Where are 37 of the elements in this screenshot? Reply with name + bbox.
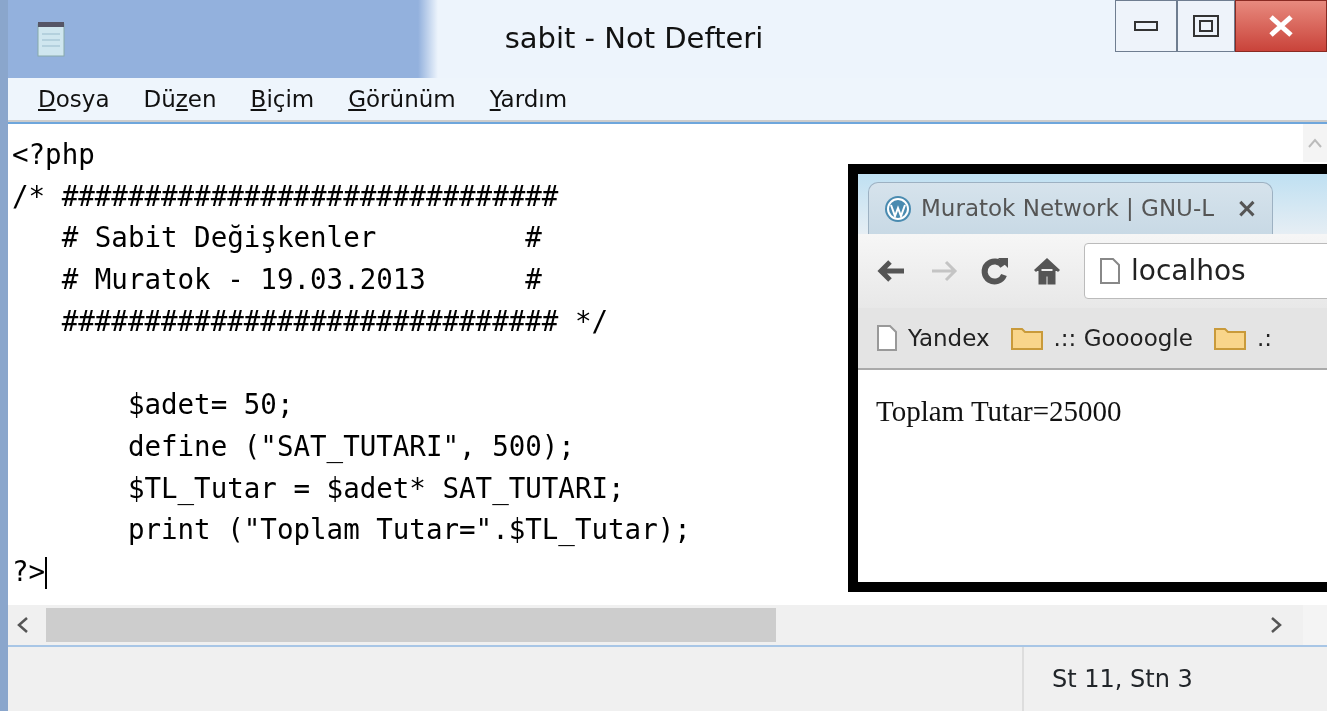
maximize-button[interactable] (1177, 0, 1235, 52)
scroll-right-icon (1269, 616, 1283, 634)
folder-icon (1212, 325, 1247, 351)
bookmark-item[interactable]: .: (1212, 320, 1272, 356)
menu-item[interactable]: Dosya (38, 81, 110, 117)
minimize-icon (1134, 21, 1158, 31)
home-button[interactable] (1032, 256, 1062, 286)
folder-icon (1009, 325, 1044, 351)
menu-item[interactable]: Düzen (143, 81, 217, 117)
scroll-up-icon (1307, 137, 1323, 149)
horizontal-scrollbar[interactable] (8, 605, 1327, 645)
tab-close-button[interactable]: × (1222, 189, 1258, 228)
minimize-button[interactable] (1115, 0, 1177, 52)
menu-item[interactable]: Yardım (489, 81, 568, 117)
cursor-position: St 11, Stn 3 (1022, 647, 1327, 711)
page-icon (876, 324, 898, 352)
page-text: Toplam Tutar=25000 (875, 394, 1123, 429)
menu-item[interactable]: Görünüm (348, 81, 456, 117)
close-icon (1268, 15, 1294, 37)
close-button[interactable] (1235, 0, 1327, 52)
tab-title: Muratok Network | GNU-L (921, 194, 1215, 224)
menu-item[interactable]: Biçim (250, 81, 315, 117)
scroll-left-icon (16, 616, 30, 634)
reload-button[interactable] (980, 256, 1010, 286)
home-icon (1032, 256, 1062, 286)
address-field[interactable]: localhos (1084, 243, 1327, 299)
bookmark-item[interactable]: .:: Goooogle (1009, 320, 1193, 356)
reload-icon (980, 256, 1010, 286)
wordpress-logo-icon (883, 193, 913, 224)
scrollbar-thumb[interactable] (46, 608, 776, 642)
browser-tab[interactable]: Muratok Network | GNU-L × (868, 182, 1273, 234)
window-title: sabit - Not Defteri (503, 20, 765, 58)
restore-icon (1193, 15, 1219, 37)
notepad-icon (36, 20, 66, 58)
page-icon (1099, 257, 1121, 285)
bookmark-item[interactable]: Yandex (876, 320, 990, 356)
text-cursor (45, 557, 48, 590)
